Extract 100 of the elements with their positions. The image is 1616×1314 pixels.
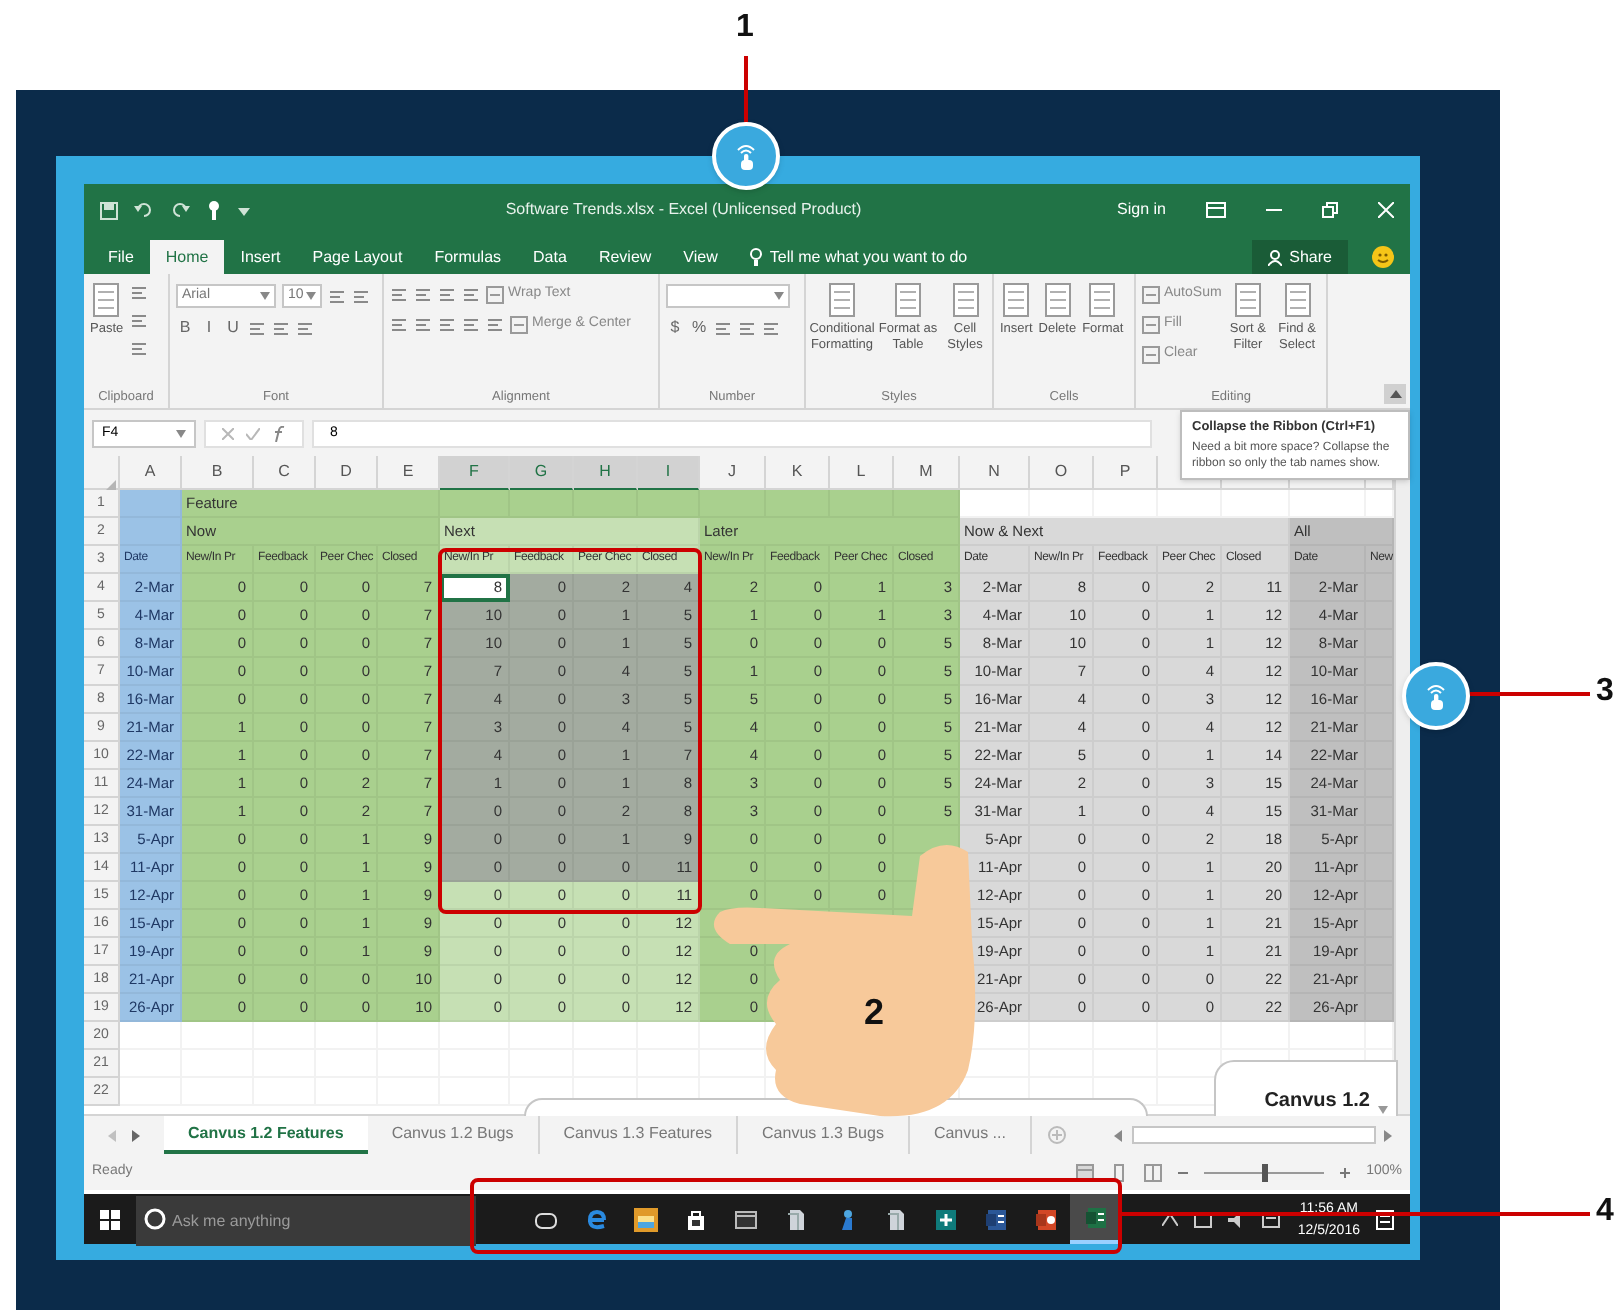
share-button[interactable]: Share bbox=[1251, 240, 1348, 274]
chevron-up-icon[interactable] bbox=[1161, 1213, 1178, 1225]
ribbon-tab[interactable]: Page Layout bbox=[296, 240, 419, 274]
font-style-button[interactable]: B bbox=[176, 318, 194, 338]
callout-number: 1 bbox=[736, 8, 754, 48]
caret-icon[interactable] bbox=[238, 205, 250, 215]
page-break-icon[interactable] bbox=[1144, 1163, 1163, 1181]
smiley-icon[interactable] bbox=[1372, 246, 1394, 268]
lines-icon[interactable] bbox=[352, 287, 370, 305]
column-header[interactable]: F bbox=[440, 456, 510, 492]
ribbon-tab[interactable]: Data bbox=[517, 240, 583, 274]
dropdown-field[interactable] bbox=[666, 284, 790, 308]
caret-icon bbox=[176, 430, 186, 438]
ribbon-tab[interactable]: Home bbox=[149, 240, 225, 274]
shopping-bag-icon[interactable] bbox=[683, 1207, 707, 1231]
lines-icon[interactable] bbox=[296, 319, 314, 337]
lines-icon[interactable] bbox=[714, 319, 732, 337]
lines-icon[interactable] bbox=[414, 285, 432, 303]
function-icon[interactable] bbox=[272, 426, 286, 442]
search-field[interactable]: Ask me anything bbox=[136, 1196, 476, 1246]
page-icon bbox=[1041, 282, 1074, 318]
save-icon[interactable] bbox=[100, 201, 118, 219]
page-icon bbox=[90, 282, 123, 318]
ribbon-tab[interactable]: View bbox=[667, 240, 734, 274]
page-icon bbox=[1231, 282, 1264, 318]
lines-icon[interactable] bbox=[129, 312, 148, 330]
touch-icon bbox=[734, 142, 758, 170]
redo-icon[interactable] bbox=[170, 202, 190, 218]
document-tile-icon[interactable] bbox=[983, 1207, 1007, 1231]
leader-line bbox=[744, 56, 748, 124]
normal-view-icon[interactable] bbox=[1076, 1163, 1095, 1181]
lines-icon[interactable] bbox=[272, 319, 290, 337]
lines-icon[interactable] bbox=[248, 319, 266, 337]
undo-icon[interactable] bbox=[134, 202, 154, 218]
caret-up-icon bbox=[1389, 390, 1401, 398]
checkmark-icon[interactable] bbox=[246, 428, 260, 440]
windows-logo-icon[interactable] bbox=[100, 1209, 120, 1229]
lines-icon[interactable] bbox=[462, 315, 480, 333]
page-icon bbox=[949, 282, 981, 318]
plus-tile-icon[interactable] bbox=[933, 1207, 957, 1231]
horizontal-scrollbar[interactable] bbox=[1131, 1126, 1376, 1144]
scroll-left-icon[interactable] bbox=[1113, 1129, 1124, 1141]
window-icon[interactable] bbox=[733, 1207, 757, 1231]
lines-icon[interactable] bbox=[129, 340, 148, 358]
zoom-slider-thumb[interactable] bbox=[1261, 1163, 1268, 1181]
number-style-button[interactable]: % bbox=[690, 318, 708, 338]
touch-icon bbox=[1424, 682, 1448, 710]
font-style-button[interactable]: U bbox=[224, 318, 242, 338]
ribbon-tab[interactable]: Insert bbox=[224, 240, 297, 274]
restore-icon[interactable] bbox=[1322, 202, 1338, 218]
square-icon bbox=[1142, 345, 1160, 363]
lines-icon[interactable] bbox=[762, 319, 780, 337]
window-title: Software Trends.xlsx - Excel (Unlicensed Product) bbox=[503, 198, 864, 222]
font-style-button[interactable]: I bbox=[200, 318, 218, 338]
caret-icon bbox=[774, 292, 784, 300]
square-icon bbox=[1142, 285, 1160, 303]
lines-icon[interactable] bbox=[414, 315, 432, 333]
ribbon-tab[interactable]: Formulas bbox=[418, 240, 518, 274]
page-icon bbox=[1086, 282, 1119, 318]
lines-icon[interactable] bbox=[129, 284, 148, 302]
circle-icon bbox=[144, 1208, 166, 1230]
e-shape-icon[interactable] bbox=[583, 1207, 607, 1231]
document-icon[interactable] bbox=[783, 1207, 807, 1231]
next-sheet-icon[interactable] bbox=[132, 1129, 140, 1141]
column-header[interactable]: G bbox=[510, 456, 574, 492]
ribbon-display-icon[interactable] bbox=[1206, 202, 1226, 218]
touch-mode-icon[interactable] bbox=[206, 200, 222, 220]
column-header[interactable]: H bbox=[574, 456, 638, 492]
spreadsheet-tile-icon[interactable] bbox=[1083, 1205, 1107, 1229]
presentation-tile-icon[interactable] bbox=[1033, 1207, 1057, 1231]
rounded-rect-icon[interactable] bbox=[533, 1207, 557, 1231]
zoom-in-icon[interactable] bbox=[1340, 1167, 1351, 1177]
sheet-tab[interactable]: Canvus 1.2 Features bbox=[164, 1116, 368, 1154]
column-header[interactable]: I bbox=[638, 456, 700, 492]
scroll-right-icon[interactable] bbox=[1384, 1129, 1394, 1141]
collapse-ribbon-button[interactable] bbox=[1384, 384, 1406, 404]
ribbon-tab[interactable]: File bbox=[92, 240, 150, 274]
callout-number: 4 bbox=[1596, 1192, 1614, 1232]
lines-icon[interactable] bbox=[390, 285, 408, 303]
lines-icon[interactable] bbox=[738, 319, 756, 337]
lines-icon[interactable] bbox=[438, 315, 456, 333]
close-icon[interactable] bbox=[1378, 202, 1394, 218]
caret-icon bbox=[260, 292, 270, 300]
lines-icon[interactable] bbox=[462, 285, 480, 303]
square-icon bbox=[486, 285, 504, 303]
zoom-out-icon[interactable] bbox=[1178, 1169, 1189, 1175]
number-style-button[interactable]: $ bbox=[666, 318, 684, 338]
document-icon[interactable] bbox=[883, 1207, 907, 1231]
sign-in-link[interactable]: Sign in bbox=[1117, 198, 1166, 222]
lines-icon[interactable] bbox=[390, 315, 408, 333]
folder-icon[interactable] bbox=[633, 1207, 657, 1231]
lines-icon[interactable] bbox=[486, 315, 504, 333]
notification-icon[interactable] bbox=[1376, 1209, 1394, 1229]
lightbulb-icon bbox=[749, 248, 762, 266]
page-icon bbox=[1000, 282, 1033, 318]
lines-icon[interactable] bbox=[438, 285, 456, 303]
page-layout-icon[interactable] bbox=[1110, 1163, 1129, 1181]
ribbon-tab[interactable]: Review bbox=[582, 240, 668, 274]
lines-icon[interactable] bbox=[328, 287, 346, 305]
tell-me-search[interactable]: Tell me what you want to do bbox=[769, 245, 968, 269]
